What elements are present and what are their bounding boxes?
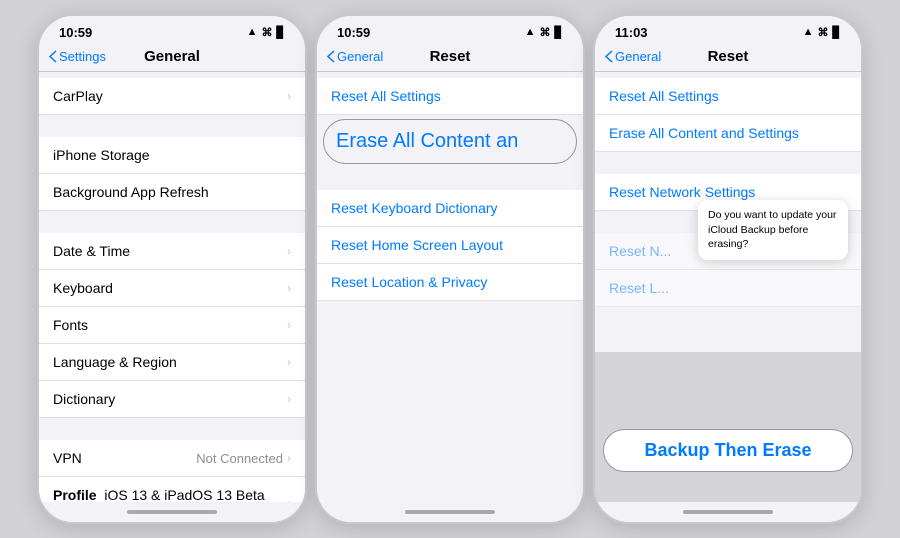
carplay-label: CarPlay [53, 88, 103, 104]
tooltip-text: Do you want to update your iCloud Backup… [708, 209, 836, 250]
dim-overlay [595, 352, 861, 502]
home-bar-2 [405, 510, 495, 514]
status-bar-3: 11:03 ▲ ⌘ ▊ [595, 16, 861, 44]
chevron-keyboard: › [287, 281, 291, 295]
list-item-reset-all[interactable]: Reset All Settings [317, 78, 583, 115]
list-item-iphone-storage[interactable]: iPhone Storage [39, 137, 305, 174]
nav-bar-2: General Reset [317, 44, 583, 72]
list-item-datetime[interactable]: Date & Time › [39, 233, 305, 270]
list-item-keyboard[interactable]: Keyboard › [39, 270, 305, 307]
p3-resetn-label: Reset N... [609, 243, 671, 259]
list-item-dictionary[interactable]: Dictionary › [39, 381, 305, 418]
status-icons-3: ▲ ⌘ ▊ [803, 26, 841, 39]
nav-bar-1: Settings General [39, 44, 305, 72]
background-label: Background App Refresh [53, 184, 209, 200]
list-item-p3-reset-l[interactable]: Reset L... [595, 270, 861, 307]
p3-reset-all-label: Reset All Settings [609, 88, 719, 104]
signal-icon: ▲ [247, 26, 258, 38]
home-indicator-2 [317, 502, 583, 522]
status-bar-2: 10:59 ▲ ⌘ ▊ [317, 16, 583, 44]
chevron-fonts: › [287, 318, 291, 332]
list-item-reset-location[interactable]: Reset Location & Privacy [317, 264, 583, 301]
backup-callout-text: Backup Then Erase [620, 440, 836, 461]
time-1: 10:59 [59, 25, 92, 40]
home-bar-3 [683, 510, 773, 514]
p3-erase-label: Erase All Content and Settings [609, 125, 799, 141]
chevron-carplay: › [287, 89, 291, 103]
dictionary-label: Dictionary [53, 391, 115, 407]
status-bar-1: 10:59 ▲ ⌘ ▊ [39, 16, 305, 44]
vpn-label: VPN [53, 450, 82, 466]
chevron-datetime: › [287, 244, 291, 258]
tooltip-popup: Do you want to update your iCloud Backup… [698, 200, 848, 260]
signal-icon-3: ▲ [803, 26, 814, 38]
p3-resetl-label: Reset L... [609, 280, 669, 296]
content-3: Reset All Settings Erase All Content and… [595, 72, 861, 502]
phone-1: 10:59 ▲ ⌘ ▊ Settings General CarPlay › i… [37, 14, 307, 524]
list-item-reset-homescreen[interactable]: Reset Home Screen Layout [317, 227, 583, 264]
content-2: Reset All Settings Erase All Content an … [317, 72, 583, 502]
wifi-icon: ⌘ [262, 26, 273, 39]
content-1: CarPlay › iPhone Storage Background App … [39, 72, 305, 502]
keyboard-label: Keyboard [53, 280, 113, 296]
reset-keyboard-label: Reset Keyboard Dictionary [331, 200, 498, 216]
reset-location-label: Reset Location & Privacy [331, 274, 487, 290]
erase-callout-box: Erase All Content an [323, 119, 577, 164]
nav-bar-3: General Reset [595, 44, 861, 72]
back-label-1: Settings [59, 49, 106, 64]
phone-2: 10:59 ▲ ⌘ ▊ General Reset Reset All Sett… [315, 14, 585, 524]
time-2: 10:59 [337, 25, 370, 40]
back-button-3[interactable]: General [605, 49, 661, 64]
erase-callout-text: Erase All Content an [336, 130, 564, 153]
reset-all-label: Reset All Settings [331, 88, 441, 104]
back-label-3: General [615, 49, 661, 64]
fonts-label: Fonts [53, 317, 88, 333]
chevron-profile: › [287, 496, 291, 502]
vpn-value: Not Connected [196, 451, 283, 466]
back-button-1[interactable]: Settings [49, 49, 106, 64]
chevron-vpn: › [287, 451, 291, 465]
p3-network-label: Reset Network Settings [609, 184, 755, 200]
list-item-vpn[interactable]: VPN Not Connected › [39, 440, 305, 477]
back-button-2[interactable]: General [327, 49, 383, 64]
list-item-background[interactable]: Background App Refresh [39, 174, 305, 211]
list-item-reset-keyboard[interactable]: Reset Keyboard Dictionary [317, 190, 583, 227]
list-item-p3-erase[interactable]: Erase All Content and Settings [595, 115, 861, 152]
reset-homescreen-label: Reset Home Screen Layout [331, 237, 503, 253]
list-item-fonts[interactable]: Fonts › [39, 307, 305, 344]
phone-3: 11:03 ▲ ⌘ ▊ General Reset Reset All Sett… [593, 14, 863, 524]
storage-label: iPhone Storage [53, 147, 150, 163]
home-bar-1 [127, 510, 217, 514]
battery-icon-3: ▊ [833, 26, 841, 39]
list-item-p3-reset-all[interactable]: Reset All Settings [595, 78, 861, 115]
backup-callout-box: Backup Then Erase [603, 429, 853, 472]
datetime-label: Date & Time [53, 243, 130, 259]
chevron-dictionary: › [287, 392, 291, 406]
nav-title-1: General [144, 48, 200, 65]
language-label: Language & Region [53, 354, 177, 370]
status-icons-1: ▲ ⌘ ▊ [247, 26, 285, 39]
status-icons-2: ▲ ⌘ ▊ [525, 26, 563, 39]
back-label-2: General [337, 49, 383, 64]
erase-callout-container: Erase All Content an [317, 119, 583, 164]
wifi-icon-2: ⌘ [540, 26, 551, 39]
list-item-language[interactable]: Language & Region › [39, 344, 305, 381]
backup-callout: Backup Then Erase [603, 429, 853, 472]
vpn-right: Not Connected › [196, 451, 291, 466]
nav-title-2: Reset [430, 48, 471, 65]
wifi-icon-3: ⌘ [818, 26, 829, 39]
signal-icon-2: ▲ [525, 26, 536, 38]
nav-title-3: Reset [708, 48, 749, 65]
list-item-carplay[interactable]: CarPlay › [39, 78, 305, 115]
battery-icon-2: ▊ [555, 26, 563, 39]
home-indicator-1 [39, 502, 305, 522]
list-item-profile[interactable]: Profile iOS 13 & iPadOS 13 Beta Software… [39, 477, 305, 502]
home-indicator-3 [595, 502, 861, 522]
time-3: 11:03 [615, 25, 648, 40]
battery-icon: ▊ [277, 26, 285, 39]
chevron-language: › [287, 355, 291, 369]
profile-label: Profile iOS 13 & iPadOS 13 Beta Software… [53, 487, 287, 502]
